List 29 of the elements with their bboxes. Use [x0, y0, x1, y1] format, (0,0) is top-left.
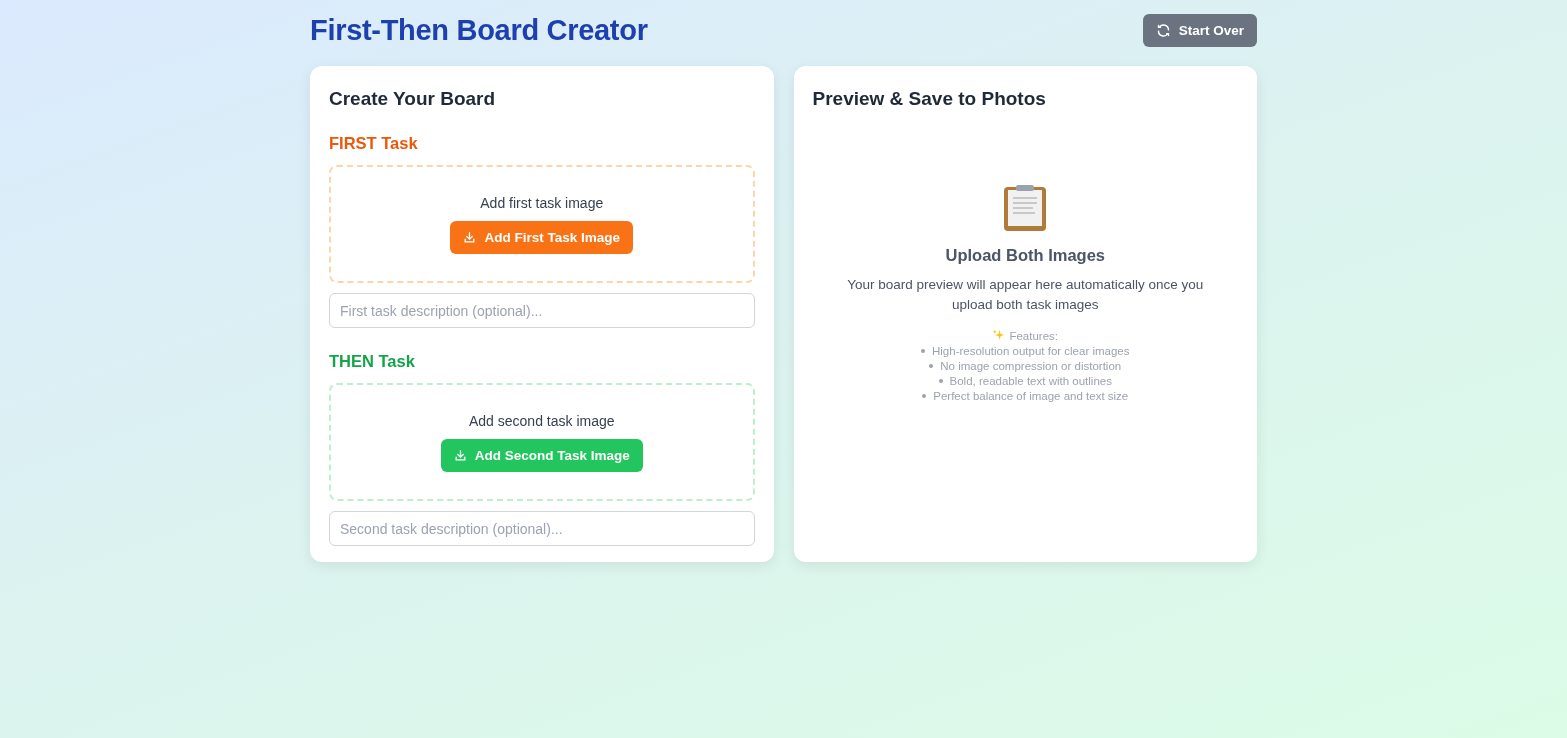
- start-over-button[interactable]: Start Over: [1142, 13, 1257, 47]
- feature-item: No image compression or distortion: [940, 360, 1122, 372]
- bullet-icon: [929, 364, 934, 368]
- empty-title: Upload Both Images: [945, 246, 1105, 265]
- drop-prompt: Add second task image: [469, 412, 615, 429]
- description-field[interactable]: First task description (optional)...: [329, 293, 755, 328]
- clipboard-icon: [1003, 184, 1048, 232]
- task-heading: THEN Task: [329, 352, 416, 371]
- bullet-icon: [938, 379, 943, 383]
- image-drop-zone[interactable]: Add first task image Add First Task Image: [329, 165, 755, 283]
- download-icon: [453, 448, 467, 462]
- add-image-button[interactable]: Add First Task Image: [450, 220, 633, 254]
- bullet-icon: [921, 349, 925, 353]
- sparkle-icon: [992, 329, 1006, 342]
- feature-item: High-resolution output for clear images: [932, 345, 1130, 357]
- panel-title: Create Your Board: [329, 88, 497, 110]
- feature-item: Perfect balance of image and text size: [933, 390, 1129, 402]
- features-label: Features:: [1009, 329, 1059, 342]
- download-icon: [463, 230, 477, 244]
- panel-title: Preview & Save to Photos: [812, 88, 1047, 110]
- bullet-icon: [922, 394, 927, 398]
- refresh-icon: [1155, 22, 1171, 38]
- image-drop-zone[interactable]: Add second task image Add Second Task Image: [329, 383, 755, 501]
- empty-description: Your board preview will appear here automatically once you upload both task images: [846, 276, 1205, 314]
- app-title: First-Then Board Creator: [310, 13, 648, 47]
- drop-prompt: Add first task image: [480, 194, 604, 211]
- description-field[interactable]: Second task description (optional)...: [329, 511, 755, 546]
- task-heading: FIRST Task: [329, 134, 419, 153]
- feature-item: Bold, readable text with outlines: [949, 375, 1112, 387]
